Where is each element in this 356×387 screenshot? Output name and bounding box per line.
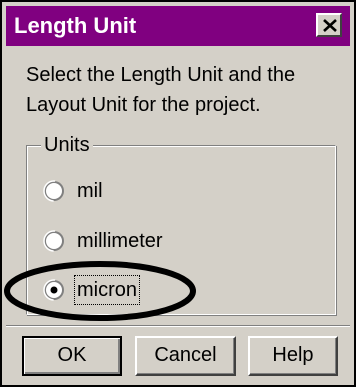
- instructions-text: Select the Length Unit and the Layout Un…: [26, 64, 296, 116]
- window-title: Length Unit: [14, 13, 137, 38]
- radio-unchecked-icon[interactable]: [43, 230, 65, 252]
- radio-label-millimeter[interactable]: millimeter: [75, 227, 165, 255]
- radio-unchecked-icon[interactable]: [43, 180, 65, 202]
- radio-label-mil[interactable]: mil: [75, 177, 105, 205]
- close-x-icon: [323, 19, 337, 32]
- help-button[interactable]: Help: [248, 336, 338, 376]
- units-group-label: Units: [41, 133, 93, 157]
- close-button[interactable]: [316, 13, 342, 37]
- ok-button[interactable]: OK: [22, 336, 122, 376]
- button-separator: [6, 325, 350, 327]
- length-unit-dialog: Length Unit Select the Length Unit and t…: [0, 0, 356, 387]
- title-bar[interactable]: Length Unit: [6, 6, 350, 46]
- cancel-button[interactable]: Cancel: [135, 336, 236, 376]
- radio-label-micron[interactable]: micron: [73, 275, 141, 305]
- units-groupbox: Units mil millimeter micron: [26, 133, 336, 315]
- radio-checked-icon[interactable]: [43, 279, 65, 301]
